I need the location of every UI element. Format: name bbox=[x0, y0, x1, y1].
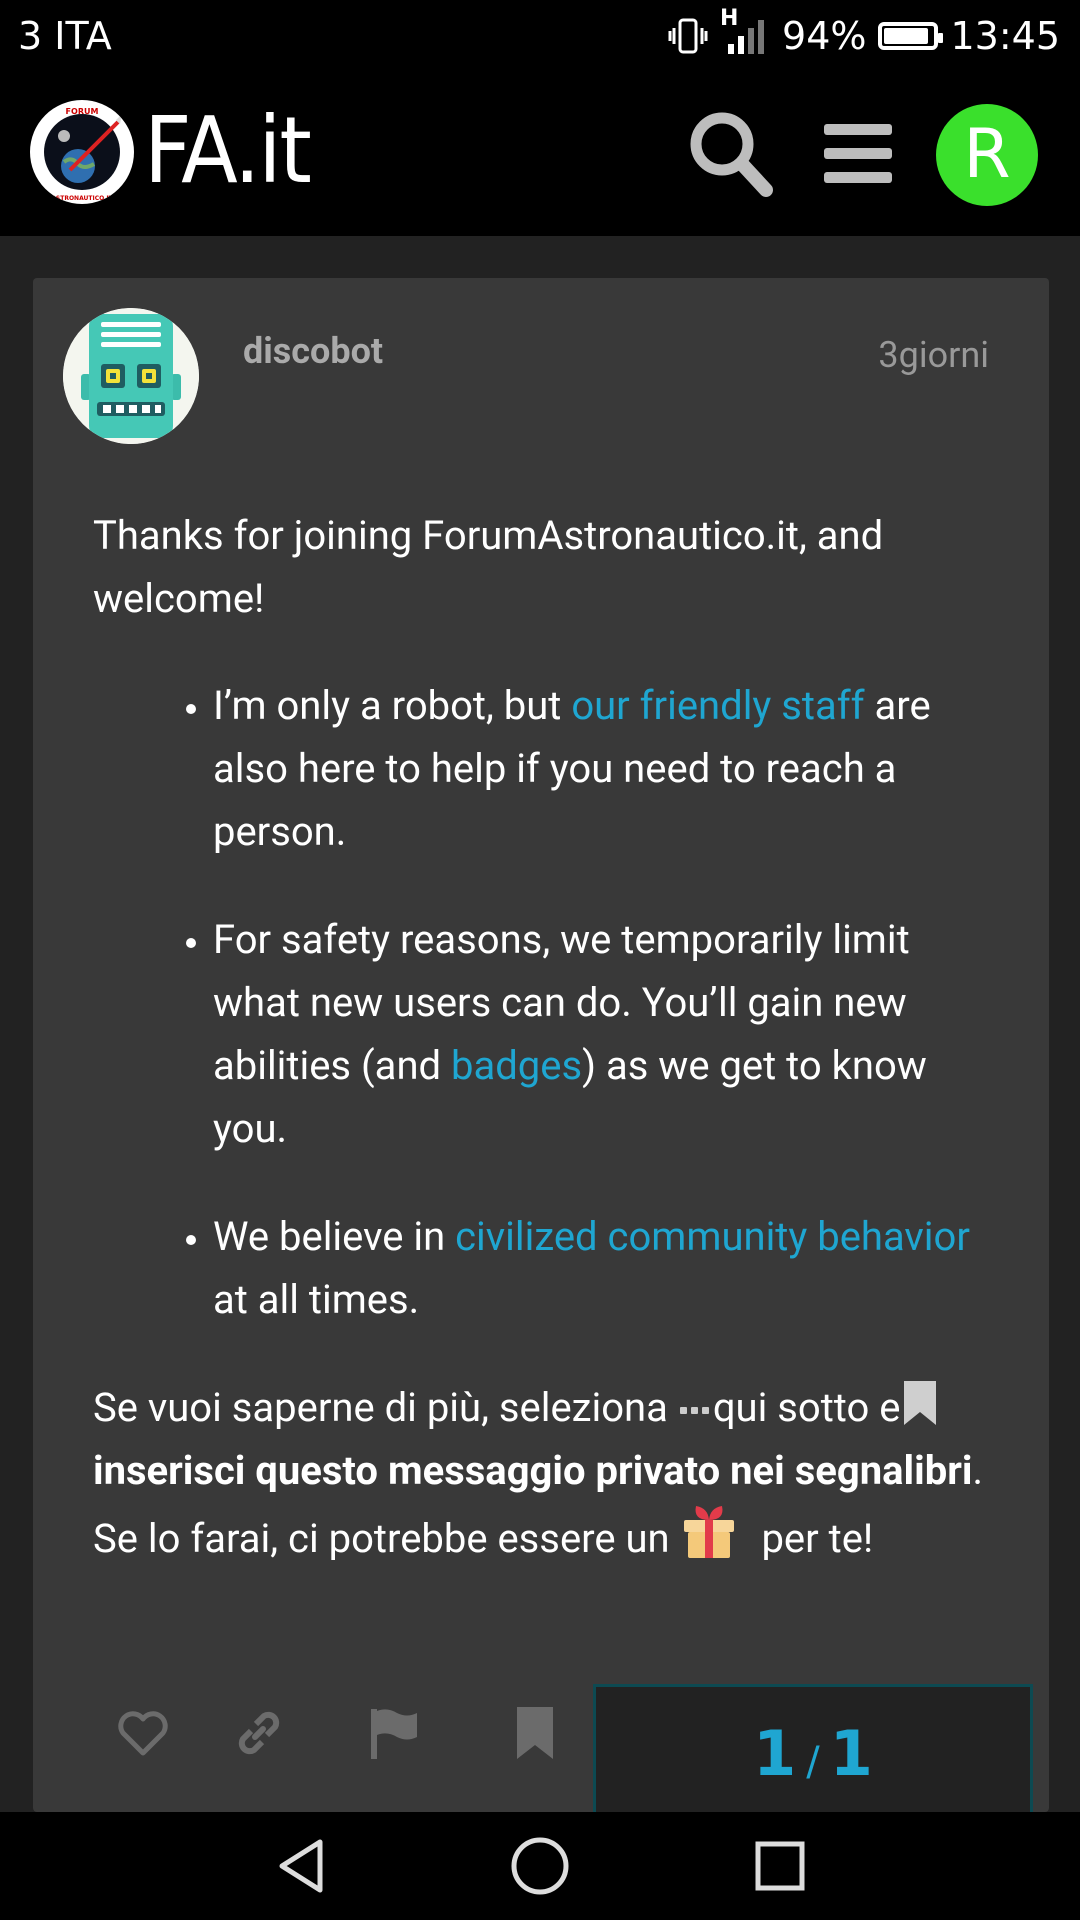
outro-paragraph: Se vuoi saperne di più, seleziona qui so… bbox=[93, 1376, 993, 1570]
badges-link[interactable]: badges bbox=[451, 1042, 582, 1089]
home-icon[interactable] bbox=[508, 1834, 572, 1898]
logo-badge-top-text: FORUM bbox=[66, 107, 99, 116]
battery-percent: 94% bbox=[782, 14, 867, 58]
search-icon[interactable] bbox=[688, 106, 776, 202]
flag-icon[interactable] bbox=[367, 1705, 423, 1761]
progress-total: 1 bbox=[829, 1717, 873, 1790]
vibrate-icon bbox=[668, 18, 708, 54]
battery-icon bbox=[878, 22, 944, 50]
post-date[interactable]: 3giorni bbox=[878, 334, 989, 376]
bookmark-inline-icon bbox=[904, 1381, 937, 1425]
clock: 13:45 bbox=[950, 14, 1060, 58]
robot-icon bbox=[63, 308, 199, 444]
site-header: FORUM ASTRONAUTICO.IT FA.it R bbox=[0, 72, 1080, 236]
post-username[interactable]: discobot bbox=[243, 330, 383, 372]
forum-logo-badge[interactable]: FORUM ASTRONAUTICO.IT bbox=[30, 100, 134, 204]
signal-icon bbox=[728, 20, 765, 54]
status-bar: 3 ITA H 94% 13:45 bbox=[0, 0, 1080, 72]
user-avatar[interactable]: R bbox=[936, 104, 1038, 206]
android-nav-bar bbox=[0, 1812, 1080, 1920]
progress-current: 1 bbox=[753, 1717, 797, 1790]
logo-emblem-icon: FORUM ASTRONAUTICO.IT bbox=[32, 102, 132, 202]
bookmark-icon[interactable] bbox=[507, 1705, 563, 1761]
guidelines-link[interactable]: civilized community behavior bbox=[455, 1213, 970, 1260]
carrier-name: 3 ITA bbox=[18, 14, 112, 58]
list-item: I’m only a robot, but our friendly staff… bbox=[213, 674, 993, 863]
post-body: Thanks for joining ForumAstronautico.it,… bbox=[93, 504, 993, 1570]
recents-icon[interactable] bbox=[748, 1834, 812, 1898]
site-logo-text[interactable]: FA.it bbox=[144, 96, 312, 206]
discobot-avatar[interactable] bbox=[63, 308, 199, 444]
intro-paragraph: Thanks for joining ForumAstronautico.it,… bbox=[93, 512, 884, 622]
list-item: For safety reasons, we temporarily limit… bbox=[213, 908, 993, 1160]
network-type: H bbox=[720, 6, 770, 56]
friendly-staff-link[interactable]: our friendly staff bbox=[571, 682, 864, 729]
heart-icon[interactable] bbox=[115, 1705, 171, 1761]
topic-progress[interactable]: 1/1 bbox=[593, 1684, 1033, 1812]
status-indicators: H 94% 13:45 bbox=[668, 6, 1060, 58]
menu-icon[interactable] bbox=[822, 106, 894, 202]
gift-icon bbox=[683, 1506, 734, 1558]
post-card: discobot 3giorni Thanks for joining Foru… bbox=[33, 278, 1049, 1812]
link-icon[interactable] bbox=[231, 1705, 287, 1761]
more-dots-icon bbox=[679, 1406, 709, 1414]
welcome-list: I’m only a robot, but our friendly staff… bbox=[93, 674, 993, 1331]
back-icon[interactable] bbox=[270, 1834, 334, 1898]
list-item: We believe in civilized community behavi… bbox=[213, 1205, 993, 1331]
progress-separator: / bbox=[806, 1739, 820, 1785]
logo-badge-bottom-text: ASTRONAUTICO.IT bbox=[51, 195, 113, 202]
